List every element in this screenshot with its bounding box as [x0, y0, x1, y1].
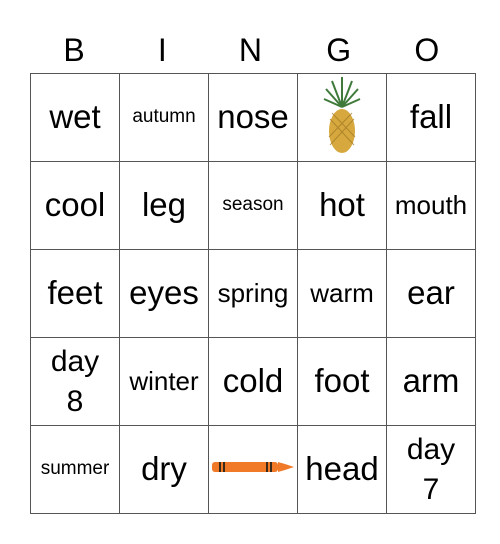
bingo-cell[interactable]: fall — [386, 73, 476, 162]
header-letter-i: I — [157, 32, 167, 68]
bingo-cell[interactable] — [208, 425, 298, 514]
cell-text: wet — [49, 98, 101, 136]
crayon-icon — [211, 462, 295, 479]
bingo-row: summer dry head day 7 — [30, 425, 476, 514]
bingo-cell[interactable]: day 8 — [30, 337, 120, 426]
bingo-cell[interactable]: leg — [119, 161, 209, 250]
cell-text: dry — [141, 450, 187, 488]
cell-text: arm — [402, 362, 460, 400]
bingo-cell[interactable]: spring — [208, 249, 298, 338]
bingo-cell[interactable]: hot — [297, 161, 387, 250]
bingo-row: day 8 winter cold foot arm — [30, 337, 476, 426]
bingo-cell[interactable]: foot — [297, 337, 387, 426]
bingo-cell[interactable]: eyes — [119, 249, 209, 338]
cell-text: fall — [409, 98, 453, 136]
header-letter-b: B — [63, 32, 85, 68]
header-letter-o: O — [414, 32, 440, 68]
bingo-cell[interactable]: ear — [386, 249, 476, 338]
cell-text: winter — [129, 366, 199, 397]
bingo-header: B I N G O — [30, 28, 471, 72]
cell-text: cold — [222, 362, 284, 400]
bingo-cell[interactable]: mouth — [386, 161, 476, 250]
cell-text: feet — [47, 274, 103, 312]
bingo-cell[interactable]: summer — [30, 425, 120, 514]
bingo-cell[interactable]: dry — [119, 425, 209, 514]
bingo-cell[interactable]: warm — [297, 249, 387, 338]
pineapple-icon — [322, 77, 362, 159]
header-letter-n: N — [238, 32, 263, 68]
cell-text: day 7 — [406, 432, 456, 506]
cell-text: day 8 — [50, 344, 100, 418]
bingo-row: cool leg season hot mouth — [30, 161, 476, 250]
bingo-cell[interactable]: season — [208, 161, 298, 250]
cell-text: mouth — [394, 190, 468, 221]
bingo-cell[interactable]: nose — [208, 73, 298, 162]
bingo-cell[interactable]: winter — [119, 337, 209, 426]
bingo-row: wet autumn nose fall — [30, 73, 476, 162]
bingo-cell[interactable]: cold — [208, 337, 298, 426]
cell-text: leg — [141, 186, 187, 224]
bingo-cell[interactable]: cool — [30, 161, 120, 250]
cell-text: season — [222, 194, 284, 216]
bingo-cell[interactable] — [297, 73, 387, 162]
header-letter-g: G — [326, 32, 352, 68]
cell-text: warm — [310, 278, 374, 309]
bingo-row: feet eyes spring warm ear — [30, 249, 476, 338]
cell-text: hot — [319, 186, 365, 224]
cell-text: eyes — [129, 274, 199, 312]
bingo-cell[interactable]: feet — [30, 249, 120, 338]
cell-text: summer — [40, 458, 110, 480]
bingo-cell[interactable]: wet — [30, 73, 120, 162]
cell-text: spring — [217, 278, 289, 309]
bingo-cell[interactable]: head — [297, 425, 387, 514]
bingo-cell[interactable]: arm — [386, 337, 476, 426]
cell-text: foot — [314, 362, 370, 400]
cell-text: autumn — [132, 106, 196, 128]
cell-text: ear — [407, 274, 455, 312]
bingo-cell[interactable]: autumn — [119, 73, 209, 162]
bingo-cell[interactable]: day 7 — [386, 425, 476, 514]
bingo-grid: wet autumn nose fall cool leg season hot mouth fe… — [30, 73, 476, 514]
cell-text: head — [305, 450, 379, 488]
cell-text: nose — [217, 98, 289, 136]
cell-text: cool — [44, 186, 106, 224]
